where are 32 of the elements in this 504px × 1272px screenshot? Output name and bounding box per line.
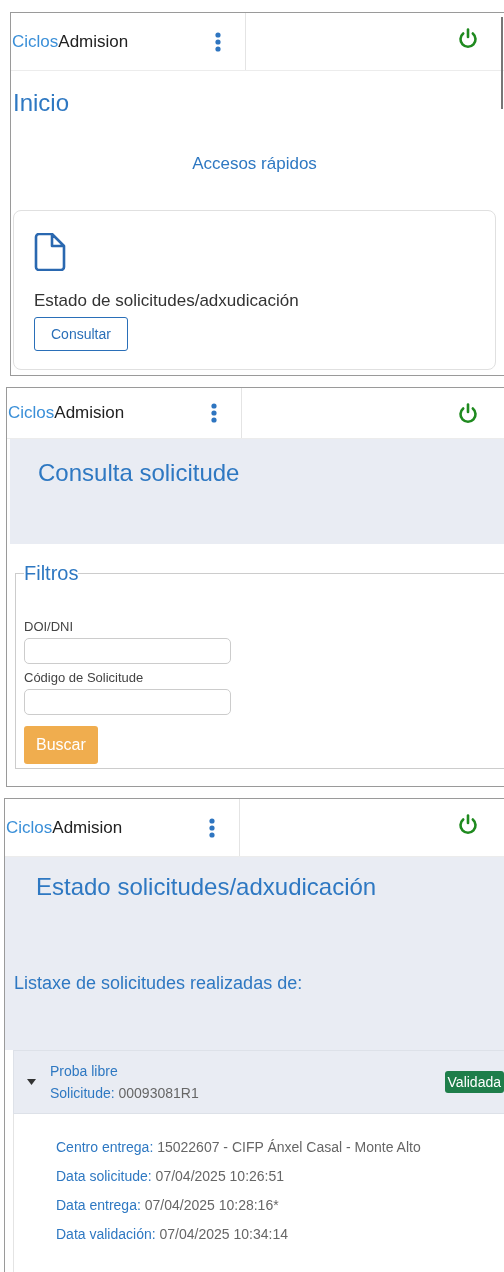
scrollbar[interactable] <box>501 17 503 109</box>
app-logo[interactable]: CiclosAdmision <box>8 403 125 423</box>
status-badge: Validada <box>444 1071 504 1093</box>
request-header[interactable]: Proba libre Solicitude: 00093081R1 Validada <box>13 1050 504 1114</box>
request-type: Proba libre <box>50 1062 119 1081</box>
detail-line: Centro entrega: 15022607 - CIFP Ánxel Casal - Monte Alto <box>56 1138 422 1157</box>
input-field[interactable] <box>24 689 231 715</box>
page-title: Consulta solicitude <box>38 459 241 487</box>
field-label: Código de Solicitude <box>24 670 144 685</box>
app-logo[interactable]: CiclosAdmision <box>12 31 129 52</box>
shortcut-label: Estado de solicitudes/adxudicación <box>34 291 299 311</box>
detail-line: Data entrega: 07/04/2025 10:28:16* <box>56 1196 280 1215</box>
filters-legend: Filtros <box>24 562 79 585</box>
list-caption: Listaxe de solicitudes realizadas de: <box>14 973 304 994</box>
power-icon[interactable] <box>458 814 478 835</box>
menu-icon[interactable] <box>209 817 215 838</box>
detail-line: Data validación: 07/04/2025 10:34:14 <box>56 1225 289 1244</box>
caret-icon <box>27 1079 36 1085</box>
menu-icon[interactable] <box>211 403 217 423</box>
detail-line: Data solicitude: 07/04/2025 10:26:51 <box>56 1167 286 1186</box>
consult-button[interactable]: Consultar <box>34 317 128 351</box>
app-logo[interactable]: CiclosAdmision <box>6 817 123 838</box>
page-title: Inicio <box>13 89 71 117</box>
menu-icon[interactable] <box>215 31 221 52</box>
power-icon[interactable] <box>458 403 478 424</box>
input-field[interactable] <box>24 638 231 664</box>
request-code: Solicitude: 00093081R1 <box>50 1084 200 1103</box>
document-icon <box>34 233 66 271</box>
field-label: DOI/DNI <box>24 619 74 634</box>
power-icon[interactable] <box>458 28 478 49</box>
page-title: Estado solicitudes/adxudicación <box>36 873 378 901</box>
section-title: Accesos rápidos <box>191 154 318 174</box>
